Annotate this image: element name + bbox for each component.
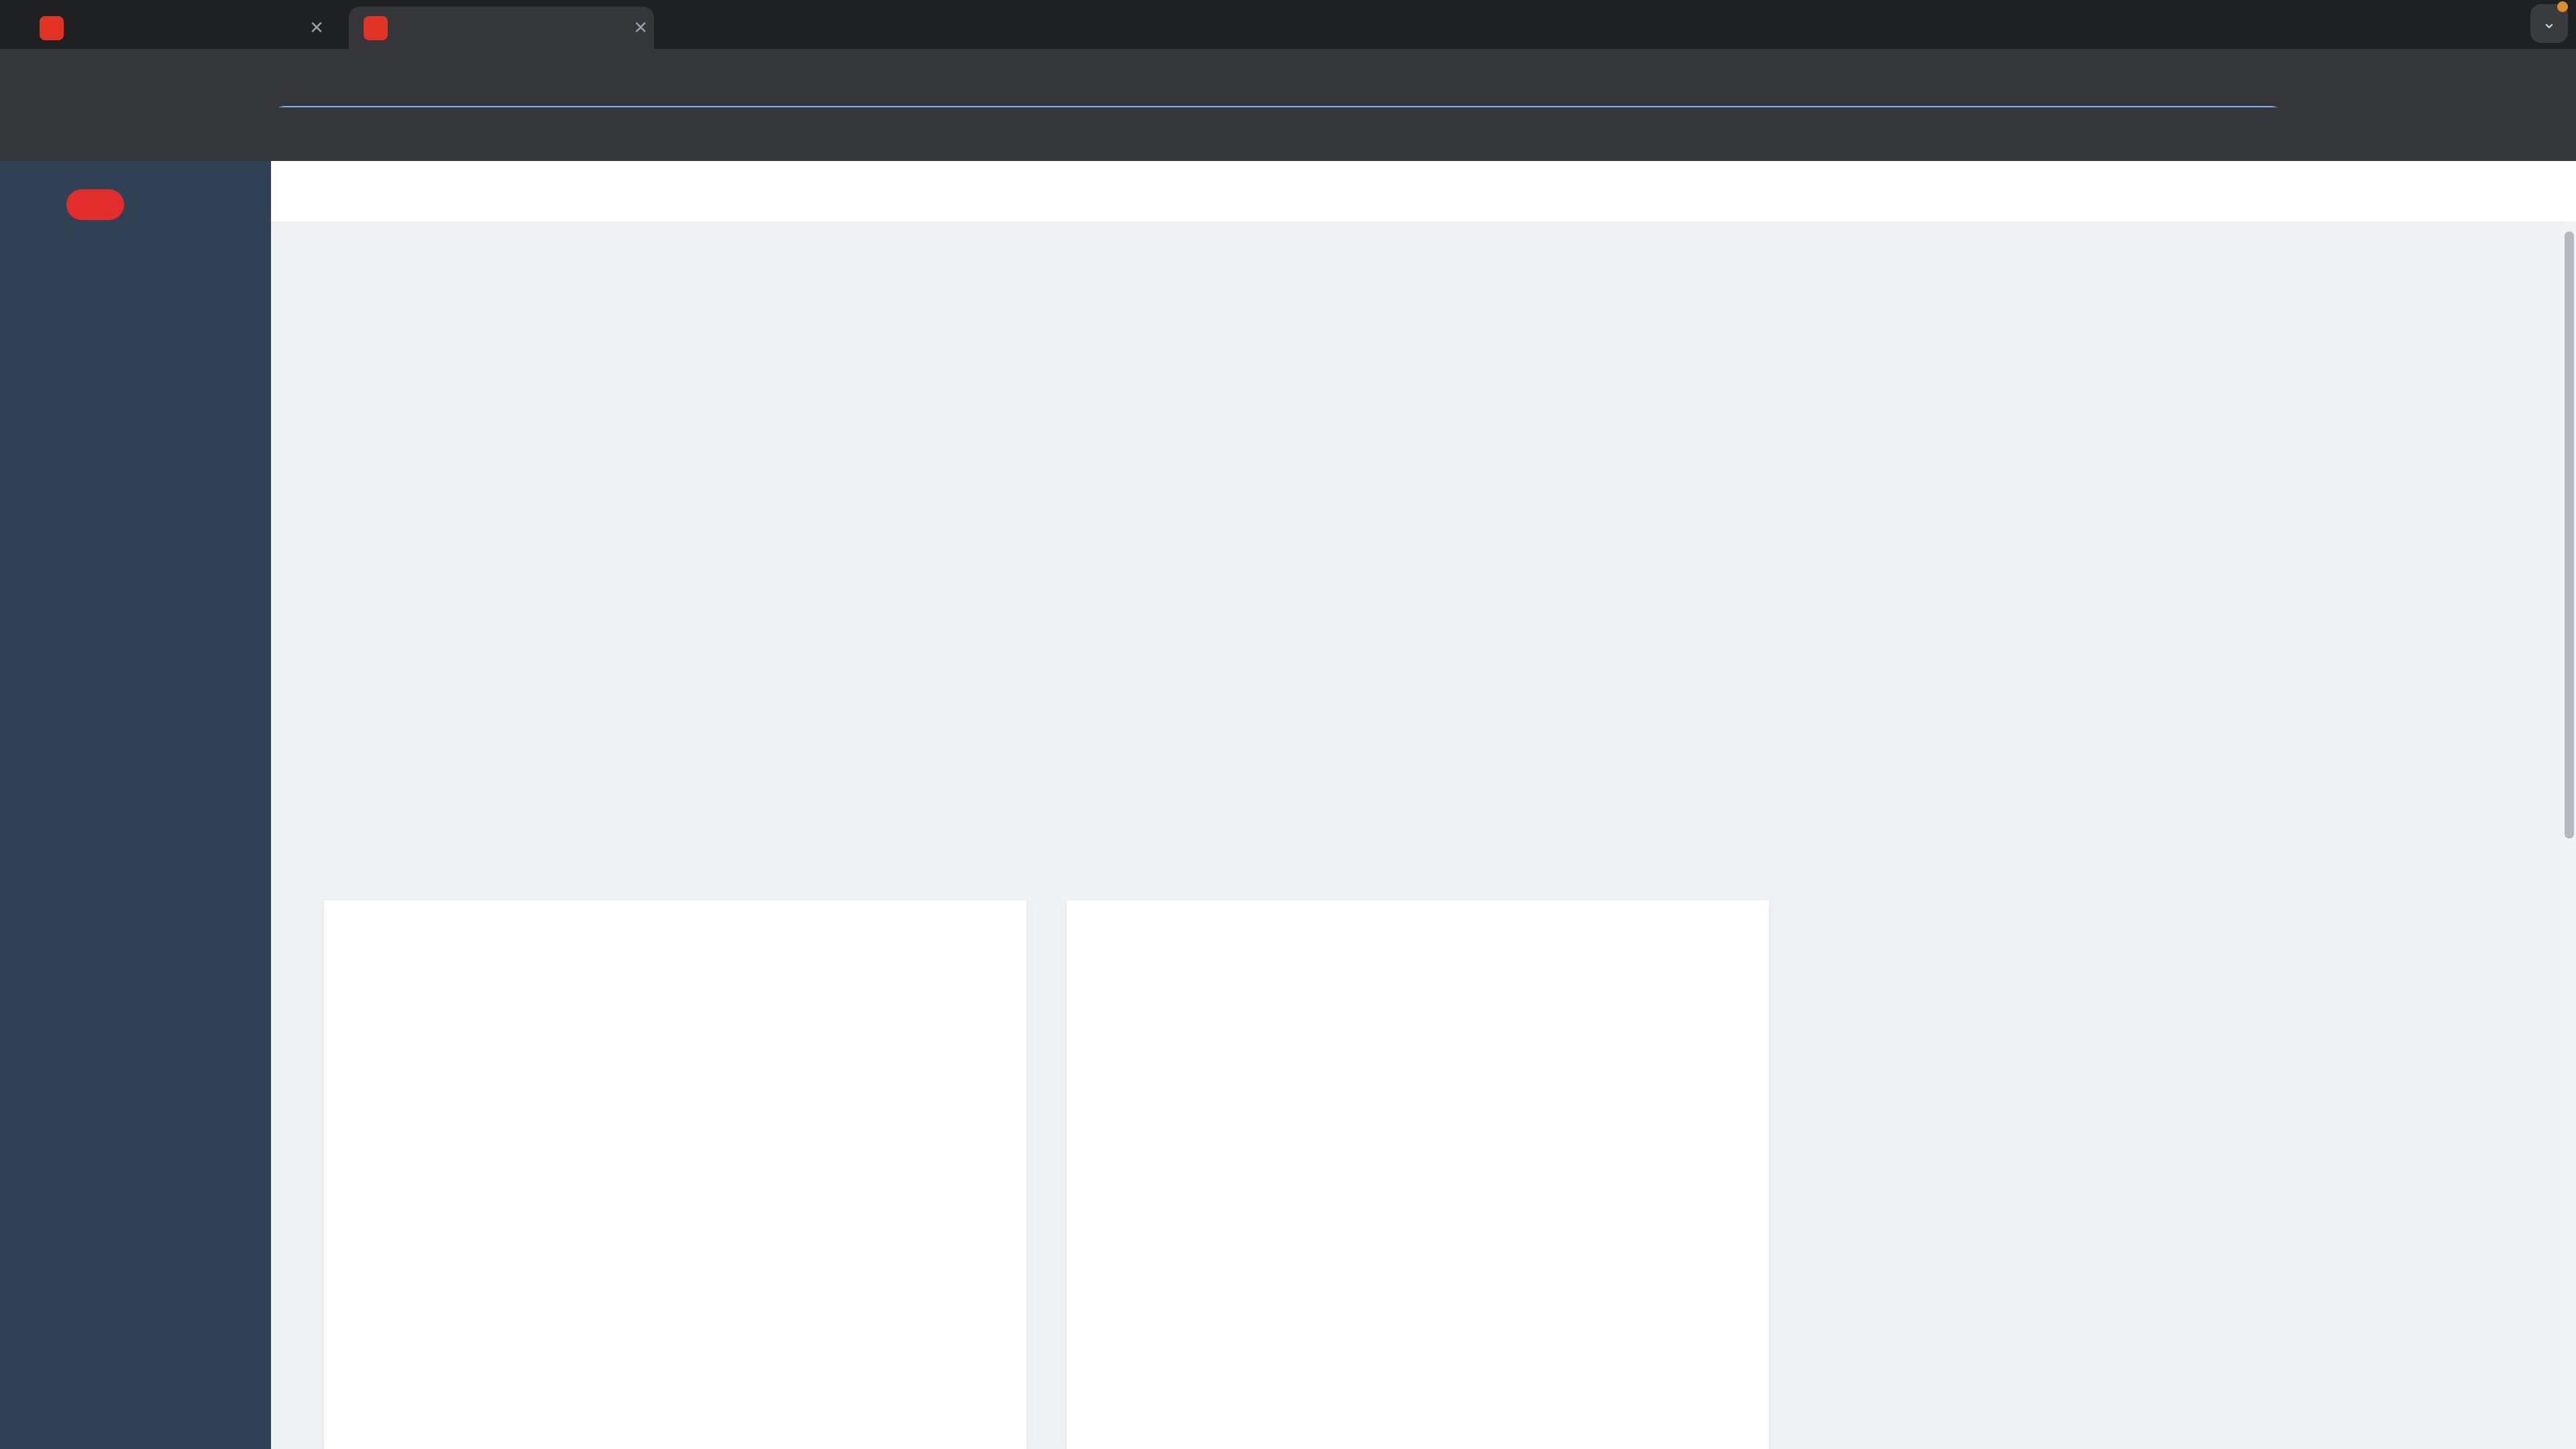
screen: ✕ ✕ ⌄ — [0, 0, 2576, 1449]
logo-badge — [66, 189, 124, 220]
help-icon[interactable] — [2305, 176, 2336, 207]
bookmarks-bar — [0, 107, 2576, 161]
xiaohongshu-favicon — [40, 15, 64, 40]
browser-tab-strip: ✕ ✕ ⌄ — [0, 0, 2576, 49]
notification-dot — [2557, 1, 2568, 12]
tab-close-icon[interactable]: ✕ — [303, 17, 330, 38]
user-avatar[interactable] — [2450, 166, 2501, 217]
search-icon[interactable] — [2212, 176, 2243, 207]
github-icon[interactable] — [2258, 176, 2289, 207]
browser-tab-1[interactable]: ✕ — [25, 7, 330, 49]
github-corner-ribbon[interactable] — [2428, 221, 2576, 369]
font-size-icon[interactable] — [2399, 176, 2430, 207]
category-pie-card-2 — [1067, 900, 1769, 1449]
tab-close-icon[interactable]: ✕ — [627, 17, 654, 38]
sidebar — [0, 161, 271, 1449]
new-tab-button[interactable] — [671, 12, 703, 44]
category-pie-card-1 — [324, 900, 1026, 1449]
browser-toolbar — [0, 49, 2576, 148]
xiaohongshu-favicon — [364, 15, 388, 40]
fullscreen-icon[interactable] — [2352, 176, 2383, 207]
collapse-sidebar-icon[interactable] — [297, 178, 329, 205]
dashboard-content — [271, 221, 2576, 1449]
page-scrollbar-thumb[interactable] — [2565, 231, 2574, 839]
page-header — [271, 161, 2576, 221]
app-logo[interactable] — [0, 174, 271, 235]
browser-tab-2-active[interactable]: ✕ — [349, 7, 654, 49]
